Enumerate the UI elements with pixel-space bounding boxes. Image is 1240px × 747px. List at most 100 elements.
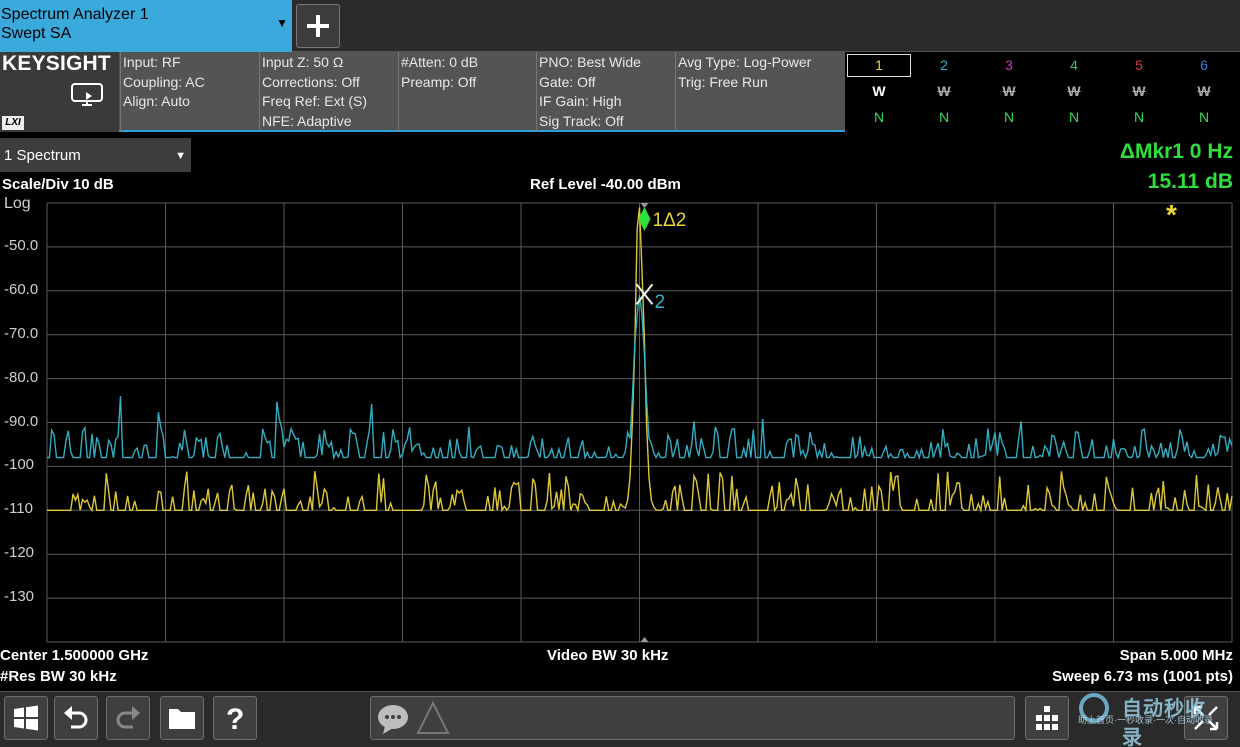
watermark: 自动秒收录 助上首页·一秒收录·一次·自动收录 bbox=[1078, 692, 1226, 747]
reference-level[interactable]: Ref Level -40.00 dBm bbox=[530, 176, 681, 193]
scale-type: Log bbox=[4, 195, 31, 212]
view-selector[interactable]: 1 Spectrum ▼ bbox=[0, 138, 191, 172]
setting-coupling: Coupling: AC bbox=[123, 73, 205, 90]
trace-detector: N bbox=[873, 109, 885, 125]
app-name: Spectrum Analyzer 1 bbox=[1, 6, 149, 23]
trace-number: 2 bbox=[940, 57, 948, 73]
tab-bar: Spectrum Analyzer 1 Swept SA ▼ bbox=[0, 0, 1240, 52]
trace-detector: N bbox=[1198, 109, 1210, 125]
video-bandwidth[interactable]: Video BW 30 kHz bbox=[547, 647, 668, 664]
setting-freq-ref: Freq Ref: Ext (S) bbox=[262, 93, 368, 109]
y-tick-label: -110 bbox=[4, 500, 33, 518]
marker-1-label: 1Δ2 bbox=[653, 210, 687, 231]
y-tick-label: -50.0 bbox=[4, 236, 39, 254]
layout-button[interactable] bbox=[1025, 696, 1069, 740]
y-tick-label: -100 bbox=[4, 456, 35, 474]
add-screen-button[interactable] bbox=[296, 4, 340, 48]
trace-type: W bbox=[937, 83, 951, 99]
center-frequency[interactable]: Center 1.500000 GHz bbox=[0, 647, 148, 664]
help-icon: ? bbox=[226, 703, 244, 734]
plus-icon bbox=[307, 15, 329, 37]
message-bubble-icon bbox=[378, 705, 408, 734]
setting-pno: PNO: Best Wide bbox=[539, 54, 641, 70]
message-bar[interactable] bbox=[370, 696, 1015, 740]
trace-1-status[interactable]: 1 WN bbox=[847, 52, 911, 132]
trace-type: W bbox=[1132, 83, 1146, 99]
spectrum-view[interactable]: 1Δ2 2 1 Spectrum ▼ Scale/Div 10 dB Ref Le… bbox=[0, 135, 1240, 691]
help-button[interactable]: ? bbox=[213, 696, 257, 740]
trace-type: W bbox=[872, 83, 886, 99]
lxi-logo: LXI bbox=[2, 116, 24, 130]
trace-number: 3 bbox=[1005, 57, 1013, 73]
settings-column-corrections[interactable]: Input Z: 50 Ω Corrections: Off Freq Ref:… bbox=[259, 52, 398, 132]
warning-triangle-icon bbox=[416, 700, 450, 734]
trace-type: W bbox=[1002, 83, 1016, 99]
settings-column-trigger[interactable]: Avg Type: Log-Power Trig: Free Run bbox=[675, 52, 845, 132]
setting-if-gain: IF Gain: High bbox=[539, 93, 622, 109]
settings-column-attenuation[interactable]: #Atten: 0 dB Preamp: Off bbox=[398, 52, 536, 132]
settings-column-input[interactable]: Input: RF Coupling: AC Align: Auto bbox=[120, 52, 259, 132]
trace-2-status[interactable]: 2 WN bbox=[912, 52, 976, 132]
setting-input: Input: RF bbox=[123, 54, 181, 70]
trace-number: 5 bbox=[1135, 57, 1143, 73]
span[interactable]: Span 5.000 MHz bbox=[1120, 647, 1233, 664]
setting-atten: #Atten: 0 dB bbox=[401, 54, 479, 70]
trace-detector: N bbox=[1068, 109, 1080, 125]
y-tick-label: -90.0 bbox=[4, 412, 39, 430]
trace-6-status[interactable]: 6 WN bbox=[1172, 52, 1236, 132]
undo-button[interactable] bbox=[54, 696, 98, 740]
marker-2-label: 2 bbox=[655, 292, 666, 313]
file-button[interactable] bbox=[160, 696, 204, 740]
y-tick-label: -80.0 bbox=[4, 368, 39, 386]
trace-type: W bbox=[1197, 83, 1211, 99]
trace-4-status[interactable]: 4 WN bbox=[1042, 52, 1106, 132]
app-tab-spectrum-analyzer[interactable]: Spectrum Analyzer 1 Swept SA ▼ bbox=[0, 0, 292, 52]
y-tick-label: -130 bbox=[4, 588, 35, 606]
windows-start-button[interactable] bbox=[4, 696, 48, 740]
setting-input-z: Input Z: 50 Ω bbox=[262, 54, 344, 70]
setting-avg-type: Avg Type: Log-Power bbox=[678, 54, 812, 70]
measurement-uncal-indicator: * bbox=[1166, 199, 1177, 230]
trace-number: 1 bbox=[875, 57, 883, 73]
scale-per-division: Scale/Div 10 dB bbox=[2, 176, 114, 193]
sweep-time[interactable]: Sweep 6.73 ms (1001 pts) bbox=[1052, 668, 1233, 685]
trace-number: 6 bbox=[1200, 57, 1208, 73]
chevron-down-icon: ▼ bbox=[276, 16, 288, 30]
marker-2-cross bbox=[635, 283, 654, 305]
redo-icon bbox=[116, 706, 140, 729]
redo-button[interactable] bbox=[106, 696, 150, 740]
undo-icon bbox=[64, 706, 88, 729]
windows-icon bbox=[14, 705, 38, 731]
spectrum-plot[interactable]: 1Δ2 2 bbox=[0, 135, 1240, 691]
trace-number: 4 bbox=[1070, 57, 1078, 73]
trace-detector: N bbox=[938, 109, 950, 125]
y-tick-label: -120 bbox=[4, 544, 35, 562]
trace-status-grid[interactable]: 1WN2WN3WN4WN5WN6WN bbox=[845, 52, 1240, 132]
view-label: 1 Spectrum bbox=[4, 147, 81, 164]
mode-name: Swept SA bbox=[1, 25, 72, 42]
folder-icon bbox=[169, 709, 195, 729]
setting-preamp: Preamp: Off bbox=[401, 73, 477, 90]
y-tick-label: -60.0 bbox=[4, 280, 39, 298]
setting-gate: Gate: Off bbox=[539, 73, 596, 90]
settings-column-if[interactable]: PNO: Best Wide Gate: Off IF Gain: High S… bbox=[536, 52, 675, 132]
y-tick-label: -70.0 bbox=[4, 324, 39, 342]
setting-align: Align: Auto bbox=[123, 93, 190, 109]
resolution-bandwidth[interactable]: #Res BW 30 kHz bbox=[0, 668, 117, 685]
keysight-logo: KEYSIGHT bbox=[2, 52, 111, 75]
marker-delta-amplitude: 15.11 dB bbox=[1147, 170, 1233, 193]
layout-grid-icon bbox=[1036, 706, 1058, 730]
setting-corrections: Corrections: Off bbox=[262, 73, 360, 90]
bottom-toolbar: ? bbox=[0, 691, 1240, 747]
trace-5-status[interactable]: 5 WN bbox=[1107, 52, 1171, 132]
trace-3-status[interactable]: 3 WN bbox=[977, 52, 1041, 132]
center-marker-bottom bbox=[640, 637, 649, 642]
svg-text:?: ? bbox=[226, 703, 244, 734]
trace-detector: N bbox=[1003, 109, 1015, 125]
trace-type: W bbox=[1067, 83, 1081, 99]
message-icons bbox=[378, 700, 450, 734]
setting-sig-track: Sig Track: Off bbox=[539, 112, 624, 129]
setting-nfe: NFE: Adaptive bbox=[262, 112, 352, 129]
setting-trigger: Trig: Free Run bbox=[678, 73, 768, 90]
display-icon[interactable] bbox=[70, 82, 104, 106]
